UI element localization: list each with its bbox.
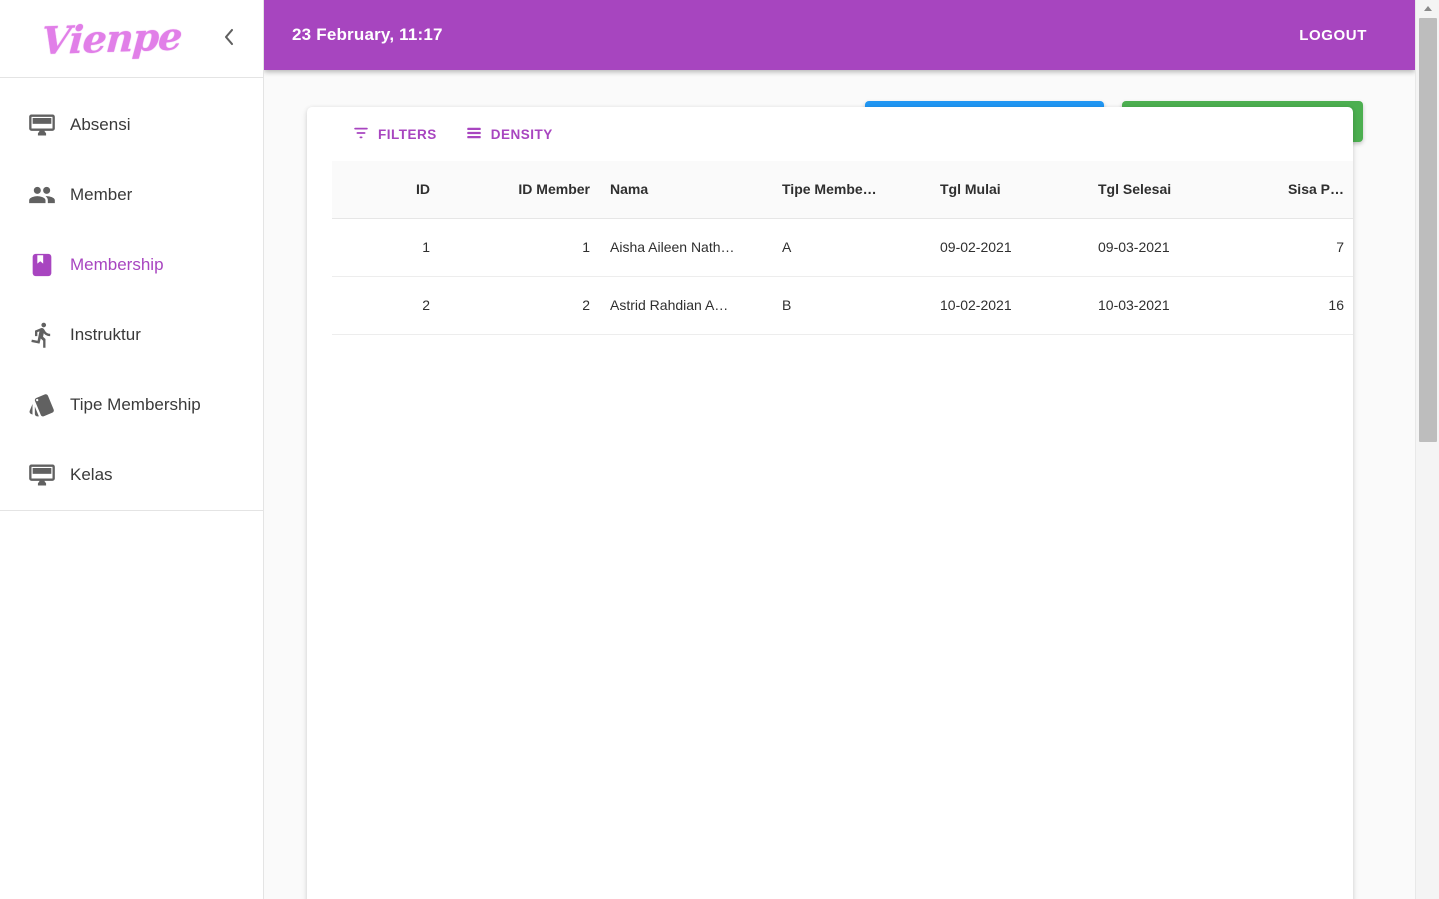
monitor-icon (14, 461, 70, 489)
monitor-icon (14, 111, 70, 139)
main-content: 23 February, 11:17 LOGOUT UPDATE MEMBERS… (264, 0, 1439, 899)
sidebar-item-label: Tipe Membership (70, 395, 201, 414)
cell-nama: Astrid Rahdian A… (600, 276, 772, 335)
cell-sisa: 16 (1246, 276, 1353, 335)
sidebar: Vienpe Absensi Member Membership Instruk… (0, 0, 264, 899)
density-lines-icon (465, 124, 483, 145)
table-body: 1 1 Aisha Aileen Nath… A 09-02-2021 09-03-202… (332, 218, 1353, 335)
app-root: Vienpe Absensi Member Membership Instruk… (0, 0, 1439, 899)
sidebar-item-label: Membership (70, 255, 164, 274)
column-header-tipe[interactable]: Tipe Membe… (772, 161, 930, 219)
chevron-left-icon (222, 26, 236, 51)
cell-tgl_mulai: 10-02-2021 (930, 276, 1088, 335)
column-header-sisa[interactable]: Sisa P… (1246, 161, 1353, 219)
logout-button[interactable]: LOGOUT (1293, 19, 1373, 52)
sidebar-header: Vienpe (0, 0, 263, 77)
people-icon (14, 181, 70, 209)
cell-id_member: 1 (440, 218, 600, 277)
table-row[interactable]: 2 2 Astrid Rahdian A… B 10-02-2021 10-03-2021… (332, 276, 1353, 335)
cell-id_member: 2 (440, 276, 600, 335)
density-button[interactable]: DENSITY (457, 118, 561, 151)
filters-button[interactable]: FILTERS (344, 118, 445, 151)
sidebar-item-label: Member (70, 185, 133, 204)
sidebar-collapse-button[interactable] (209, 19, 249, 59)
column-header-id[interactable]: ID (332, 161, 440, 219)
running-icon (31, 322, 51, 348)
grid-toolbar: FILTERS DENSITY (307, 107, 1353, 161)
table-row[interactable]: 1 1 Aisha Aileen Nath… A 09-02-2021 09-03-202… (332, 218, 1353, 277)
style-tag-icon (14, 391, 70, 419)
cell-tipe: A (772, 218, 930, 277)
membership-table: ID ID Member Nama Tipe Membe… Tgl Mulai Tgl S… (332, 161, 1353, 335)
cell-id: 2 (332, 276, 440, 335)
cell-sisa: 7 (1246, 218, 1353, 277)
datetime-label: 23 February, 11:17 (292, 25, 443, 44)
column-header-nama[interactable]: Nama (600, 161, 772, 219)
column-header-tgl_selesai[interactable]: Tgl Selesai (1088, 161, 1246, 219)
sidebar-item-label: Instruktur (70, 325, 141, 344)
cell-nama: Aisha Aileen Nath… (600, 218, 772, 277)
sidebar-nav: Absensi Member Membership Instruktur Tip… (0, 78, 263, 510)
sidebar-item-tipe-membership[interactable]: Tipe Membership (0, 370, 263, 440)
sidebar-item-kelas[interactable]: Kelas (0, 440, 263, 510)
column-header-tgl_mulai[interactable]: Tgl Mulai (930, 161, 1088, 219)
sidebar-item-label: Kelas (70, 465, 113, 484)
density-label: DENSITY (490, 126, 553, 142)
page-scrollbar[interactable] (1415, 0, 1439, 899)
sidebar-item-membership[interactable]: Membership (0, 230, 263, 300)
cell-tgl_selesai: 09-03-2021 (1088, 218, 1246, 277)
scrollbar-thumb[interactable] (1419, 18, 1437, 442)
scroll-up-arrow-icon[interactable] (1416, 0, 1439, 18)
table-header-row: ID ID Member Nama Tipe Membe… Tgl Mulai Tgl S… (332, 161, 1353, 219)
sidebar-item-absensi[interactable]: Absensi (0, 90, 263, 160)
filter-funnel-icon (352, 124, 370, 145)
sidebar-item-member[interactable]: Member (0, 160, 263, 230)
top-app-bar: 23 February, 11:17 LOGOUT (264, 0, 1415, 70)
sidebar-item-instruktur[interactable]: Instruktur (0, 300, 263, 370)
filters-label: FILTERS (378, 126, 437, 142)
app-logo: Vienpe (39, 13, 184, 64)
table-head: ID ID Member Nama Tipe Membe… Tgl Mulai Tgl S… (332, 161, 1353, 219)
column-header-id_member[interactable]: ID Member (440, 161, 600, 219)
membership-table-card: FILTERS DENSITY ID ID Member Nama Tipe Memb… (307, 107, 1353, 899)
cell-tipe: B (772, 276, 930, 335)
cell-tgl_selesai: 10-03-2021 (1088, 276, 1246, 335)
sidebar-item-label: Absensi (70, 115, 131, 134)
cell-id: 1 (332, 218, 440, 277)
cell-tgl_mulai: 09-02-2021 (930, 218, 1088, 277)
sidebar-bottom-divider (0, 510, 263, 511)
bookmark-icon (14, 251, 70, 279)
